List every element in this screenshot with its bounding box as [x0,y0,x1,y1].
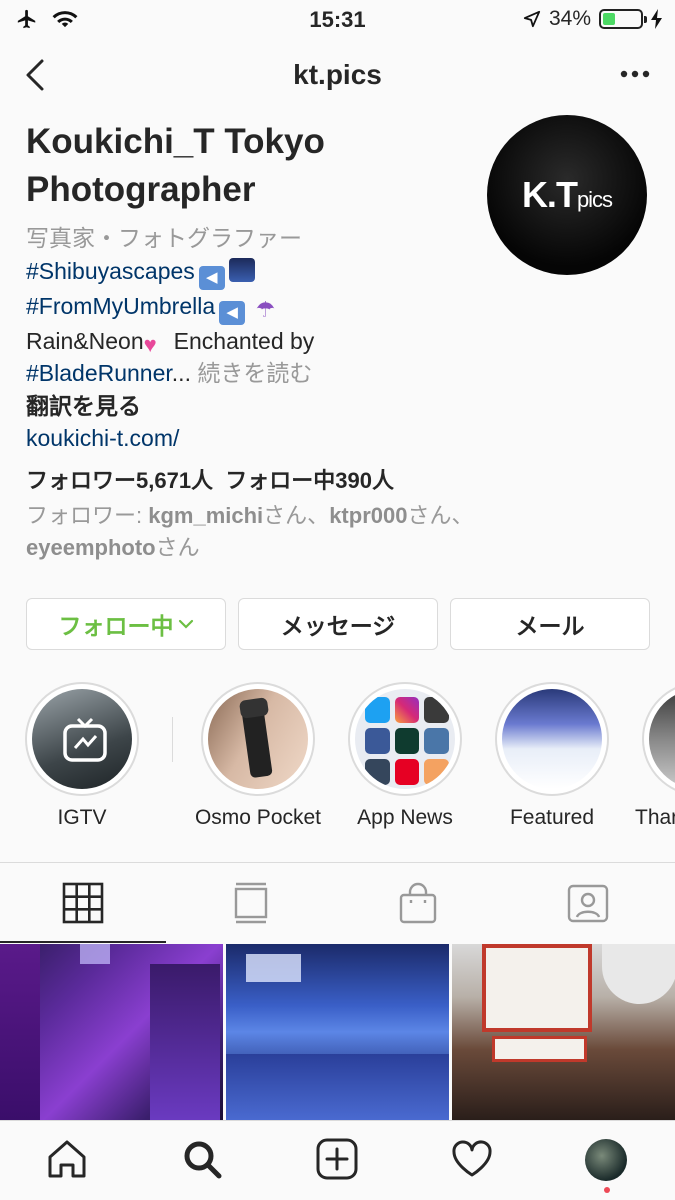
notification-dot [604,1187,610,1193]
profile-avatar[interactable]: K.Tpics [487,115,647,275]
highlight-osmo-pocket[interactable]: Osmo Pocket [178,682,338,830]
profile-name: Koukichi_T Tokyo Photographer [26,122,325,209]
story-highlights: IGTV Osmo Pocket App News Featured Thar [0,682,675,832]
back-arrow-emoji-icon: ◀ [198,265,225,290]
featured-thumbnail [502,689,602,789]
username-title: kt.pics [293,59,382,90]
message-button[interactable]: メッセージ [238,598,438,650]
grid-icon[interactable] [61,881,105,925]
battery-fill [603,13,616,25]
shopping-bag-icon[interactable] [396,881,440,925]
highlight-thanks[interactable]: Thar [619,682,675,830]
bottom-tab-bar [0,1120,675,1200]
back-arrow-emoji-icon: ◀ [219,300,246,325]
followed-by-user: ktpr000 [329,503,408,528]
battery-percent: 34% [548,7,591,30]
profile-bio: 写真家・フォトグラファー #Shibuyascapes ◀ #FromMyUmbr… [26,222,446,455]
osmo-pocket-thumbnail [208,689,308,789]
highlight-app-news[interactable]: App News [325,682,485,830]
umbrella-emoji-icon: ☂ [255,296,276,322]
active-tab-indicator [0,941,166,943]
profile-actions: フォロー中 メッセージ メール [26,598,650,650]
read-more-link[interactable]: 続きを読む [197,360,312,386]
followed-by-user: eyeemphoto [26,535,156,560]
igtv-thumbnail [32,689,132,789]
status-bar: 15:31 34% [0,0,675,40]
see-translation-link[interactable]: 翻訳を見る [26,390,446,423]
feed-list-icon[interactable] [229,881,273,925]
app-news-thumbnail [355,689,455,789]
followed-by-user: kgm_michi [148,503,264,528]
more-options-icon[interactable] [617,59,653,89]
location-arrow-icon [523,10,541,28]
tagged-person-icon[interactable] [566,881,610,925]
bio-occupation: 写真家・フォトグラファー [26,225,302,251]
charging-icon [651,9,662,29]
grid-photo-neon-alley[interactable] [0,944,223,1120]
night-city-emoji-icon [228,257,255,282]
grid-photo-shibuya-crossing[interactable] [226,944,449,1120]
highlight-featured[interactable]: Featured [472,682,632,830]
bio-enchanted: Enchanted by [173,327,315,354]
photo-grid [0,944,675,1120]
website-link[interactable]: koukichi-t.com/ [26,422,446,455]
bio-ellipsis: ... [171,360,191,386]
heart-arrow-emoji-icon: ♥ [143,331,157,357]
chevron-down-icon [178,619,193,629]
bio-rain-neon: Rain&Neon [26,327,144,354]
activity-heart-icon[interactable] [450,1137,494,1181]
highlight-igtv[interactable]: IGTV [2,682,162,830]
grid-photo-umbrella-sign[interactable] [452,944,675,1120]
thanks-thumbnail [649,689,675,789]
hashtag-bladerunner[interactable]: #BladeRunner [26,360,172,386]
hashtag-shibuyascapes[interactable]: #Shibuyascapes [26,258,195,284]
following-count[interactable]: フォロー中390人 [225,468,394,493]
home-icon[interactable] [45,1137,89,1181]
profile-header: kt.pics [0,45,675,105]
new-post-icon[interactable] [315,1137,359,1181]
email-button[interactable]: メール [450,598,650,650]
follow-stats: フォロワー5,671人 フォロー中390人 [26,463,394,495]
profile-tabs [0,862,675,944]
following-button[interactable]: フォロー中 [26,598,226,650]
followed-by[interactable]: フォロワー: kgm_michiさん、ktpr000さん、 eyeemphotoさ… [26,500,546,564]
search-icon[interactable] [180,1137,224,1181]
followers-count[interactable]: フォロワー5,671人 [26,468,213,493]
igtv-icon [63,717,107,762]
avatar-logo: K.Tpics [521,174,613,215]
profile-tab-avatar[interactable] [585,1139,627,1181]
hashtag-frommyumbrella[interactable]: #FromMyUmbrella [26,293,215,319]
battery-icon [599,9,647,29]
highlight-divider [172,717,173,762]
